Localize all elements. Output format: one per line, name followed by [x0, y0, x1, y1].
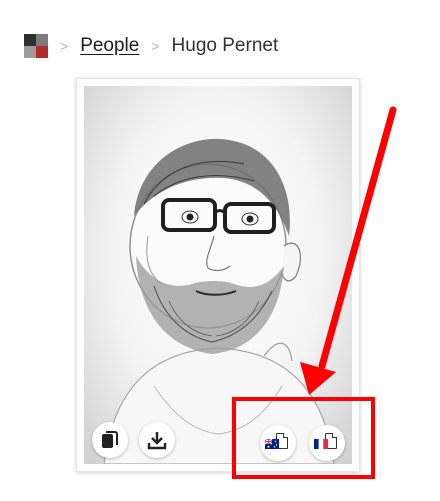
red-arrow-icon	[300, 106, 397, 395]
